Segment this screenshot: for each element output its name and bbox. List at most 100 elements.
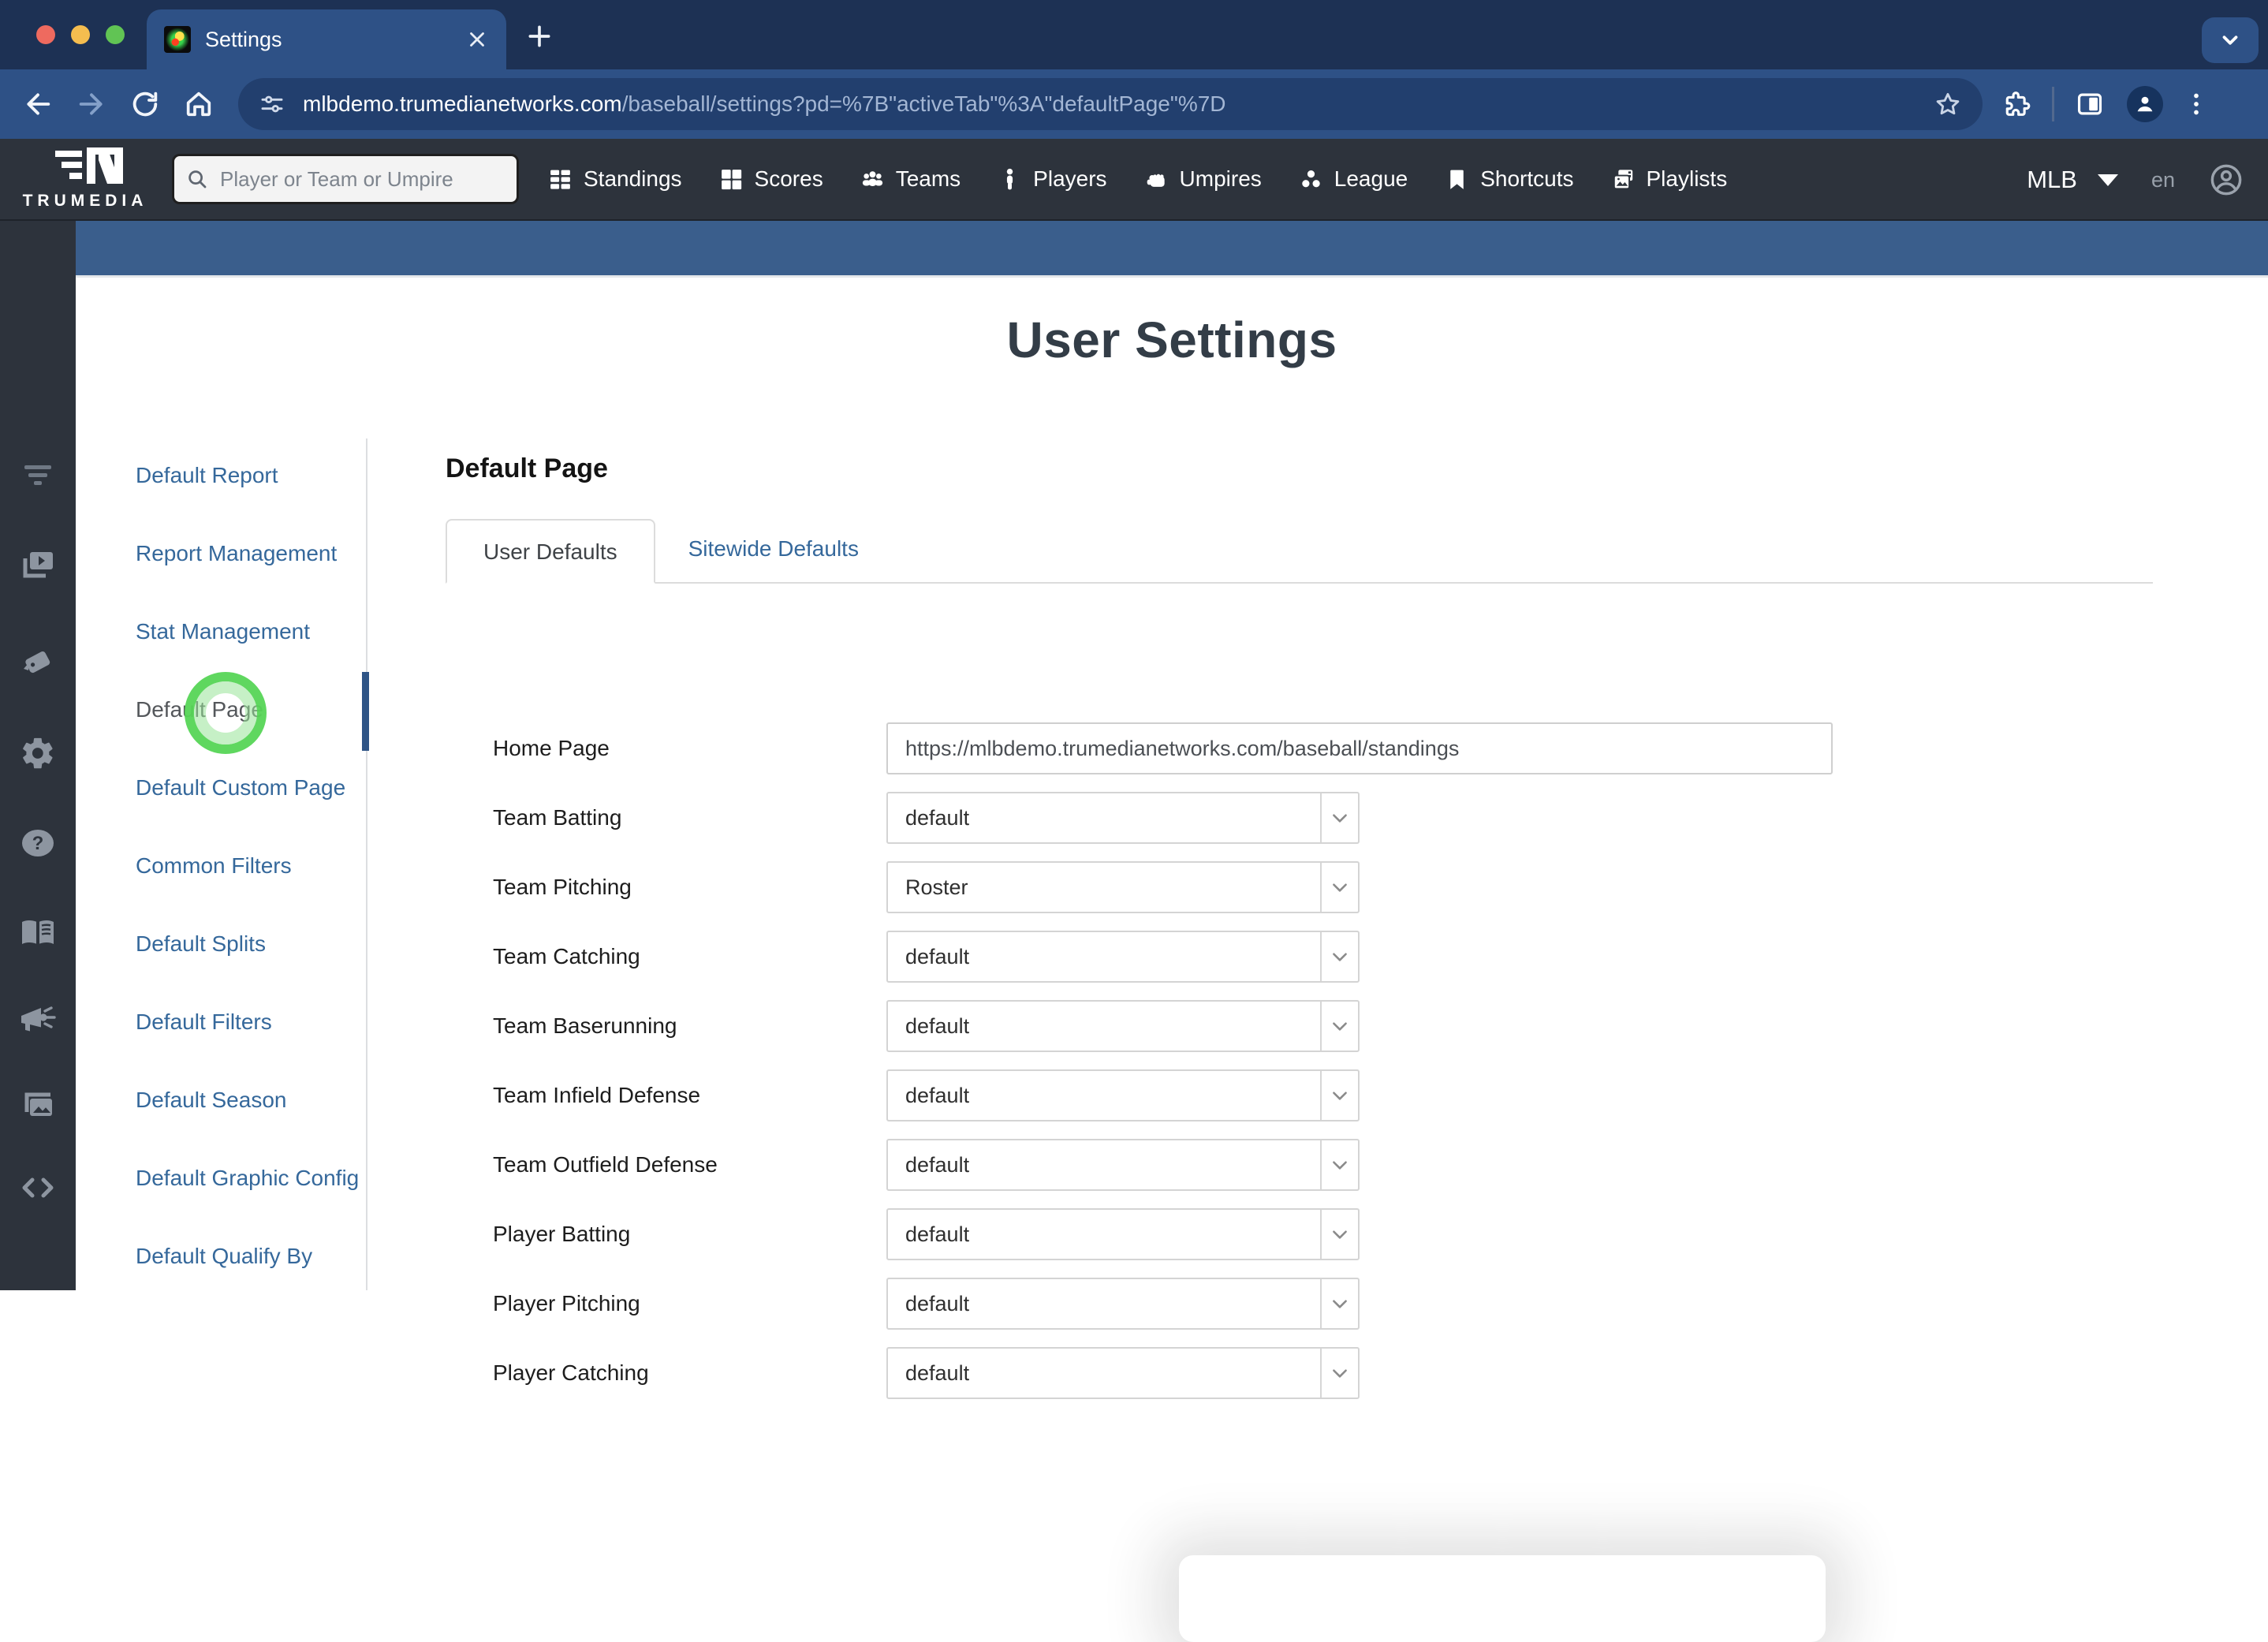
tab-close-icon[interactable] xyxy=(465,28,489,51)
menu-item-default-filters[interactable]: Default Filters xyxy=(136,983,366,1061)
menu-item-report-management[interactable]: Report Management xyxy=(136,514,366,592)
nav-item-players[interactable]: Players xyxy=(997,166,1107,192)
address-bar[interactable]: mlbdemo.trumedianetworks.com/baseball/se… xyxy=(238,78,1983,130)
team-batting-select[interactable]: default xyxy=(886,792,1360,844)
page-title: User Settings xyxy=(1006,312,1337,368)
browser-profile-avatar[interactable] xyxy=(2127,86,2163,122)
menu-item-default-page[interactable]: Default Page xyxy=(136,670,366,748)
side-panel-icon[interactable] xyxy=(2075,89,2105,119)
tab-user-defaults[interactable]: User Defaults xyxy=(446,519,655,584)
defaults-tabs: User Defaults Sitewide Defaults xyxy=(446,519,2153,584)
active-menu-indicator xyxy=(362,672,369,751)
team-catching-select[interactable]: default xyxy=(886,931,1360,983)
tab-sitewide-defaults[interactable]: Sitewide Defaults xyxy=(655,517,892,582)
bookmark-icon xyxy=(1450,170,1464,189)
help-icon[interactable]: ? xyxy=(20,827,56,860)
trumedia-logo-mark xyxy=(55,147,123,184)
forward-button[interactable] xyxy=(76,88,107,120)
teams-people-icon xyxy=(862,170,882,186)
window-zoom-button[interactable] xyxy=(106,25,125,44)
nav-item-scores[interactable]: Scores xyxy=(718,166,823,192)
nav-item-label: Standings xyxy=(584,166,682,191)
nav-item-standings[interactable]: Standings xyxy=(547,166,682,192)
team-pitching-select[interactable]: Roster xyxy=(886,861,1360,913)
bookmark-star-icon[interactable] xyxy=(1934,90,1962,118)
player-pitching-select[interactable]: default xyxy=(886,1278,1360,1330)
gallery-icon[interactable] xyxy=(19,1088,57,1123)
menu-item-default-graphic-config[interactable]: Default Graphic Config xyxy=(136,1139,366,1217)
nav-item-league[interactable]: League xyxy=(1298,166,1408,192)
home-button[interactable] xyxy=(183,88,214,120)
nav-item-label: Umpires xyxy=(1179,166,1262,191)
nav-item-teams[interactable]: Teams xyxy=(860,166,961,192)
site-controls-icon[interactable] xyxy=(259,91,285,118)
window-minimize-button[interactable] xyxy=(71,25,90,44)
player-catching-select[interactable]: default xyxy=(886,1347,1360,1399)
nav-item-label: Playlists xyxy=(1646,166,1728,191)
form-row-player-pitching: Player Pitching default xyxy=(446,1278,2153,1330)
menu-item-default-report[interactable]: Default Report xyxy=(136,436,366,514)
team-baserunning-select[interactable]: default xyxy=(886,1000,1360,1052)
form-row-team-baserunning: Team Baserunning default xyxy=(446,1000,2153,1052)
filter-icon[interactable] xyxy=(21,461,55,491)
form-row-home-page: Home Page xyxy=(446,722,2153,774)
nav-item-label: Shortcuts xyxy=(1480,166,1574,191)
search-input[interactable] xyxy=(218,166,505,192)
back-button[interactable] xyxy=(22,88,54,120)
player-batting-select[interactable]: default xyxy=(886,1208,1360,1260)
form-row-player-catching: Player Catching default xyxy=(446,1347,2153,1399)
page-header-band xyxy=(76,221,2268,278)
chevron-down-icon xyxy=(1320,1210,1358,1259)
trumedia-logo[interactable]: TRUMEDIA xyxy=(0,139,170,219)
new-tab-button[interactable] xyxy=(524,21,555,52)
url-text: mlbdemo.trumedianetworks.com/baseball/se… xyxy=(303,91,1226,116)
account-button[interactable] xyxy=(2208,162,2244,198)
tag-icon[interactable] xyxy=(19,644,57,678)
video-playlist-icon[interactable] xyxy=(20,549,56,582)
menu-item-default-qualify-by[interactable]: Default Qualify By xyxy=(136,1217,366,1295)
book-icon[interactable] xyxy=(19,916,57,950)
extensions-icon[interactable] xyxy=(2001,89,2031,119)
trumedia-wordmark: TRUMEDIA xyxy=(22,192,148,210)
browser-menu-icon[interactable] xyxy=(2182,90,2210,118)
form-row-team-infield-defense: Team Infield Defense default xyxy=(446,1069,2153,1121)
menu-item-default-splits[interactable]: Default Splits xyxy=(136,905,366,983)
league-selector-label: MLB xyxy=(2027,166,2077,193)
team-outfield-defense-select[interactable]: default xyxy=(886,1139,1360,1191)
language-selector[interactable]: en xyxy=(2151,168,2175,192)
home-page-input[interactable] xyxy=(886,722,1833,774)
field-label: Player Pitching xyxy=(493,1291,640,1315)
menu-divider xyxy=(366,438,367,1290)
nav-item-label: Scores xyxy=(754,166,823,191)
form-row-team-catching: Team Catching default xyxy=(446,931,2153,983)
nav-item-label: Players xyxy=(1033,166,1107,191)
global-search[interactable] xyxy=(172,154,519,204)
form-row-team-pitching: Team Pitching Roster xyxy=(446,861,2153,913)
player-icon xyxy=(1006,168,1013,189)
scores-grid-icon xyxy=(721,169,741,189)
browser-tab[interactable]: Settings xyxy=(147,9,506,69)
tab-search-button[interactable] xyxy=(2202,17,2259,63)
section-title: Default Page xyxy=(446,453,608,483)
window-close-button[interactable] xyxy=(36,25,55,44)
umpire-fist-icon xyxy=(1147,174,1165,187)
toolbar-divider xyxy=(2052,87,2054,121)
league-selector[interactable]: MLB xyxy=(2027,166,2118,194)
chevron-down-icon xyxy=(1320,932,1358,981)
reload-button[interactable] xyxy=(129,88,161,120)
megaphone-icon[interactable] xyxy=(18,1003,58,1036)
form-row-team-batting: Team Batting default xyxy=(446,792,2153,844)
code-icon[interactable] xyxy=(19,1174,57,1202)
settings-page: User Settings Default Report Report Mana… xyxy=(76,278,2268,1642)
nav-item-shortcuts[interactable]: Shortcuts xyxy=(1444,166,1574,192)
menu-item-default-custom-page[interactable]: Default Custom Page xyxy=(136,748,366,827)
nav-item-playlists[interactable]: Playlists xyxy=(1610,166,1728,192)
menu-item-common-filters[interactable]: Common Filters xyxy=(136,827,366,905)
nav-item-umpires[interactable]: Umpires xyxy=(1143,166,1262,192)
dropdown-shadow xyxy=(1179,1555,1826,1642)
gear-icon[interactable] xyxy=(20,735,56,771)
menu-item-default-season[interactable]: Default Season xyxy=(136,1061,366,1139)
tab-title: Settings xyxy=(205,27,282,51)
team-infield-defense-select[interactable]: default xyxy=(886,1069,1360,1121)
menu-item-stat-management[interactable]: Stat Management xyxy=(136,592,366,670)
